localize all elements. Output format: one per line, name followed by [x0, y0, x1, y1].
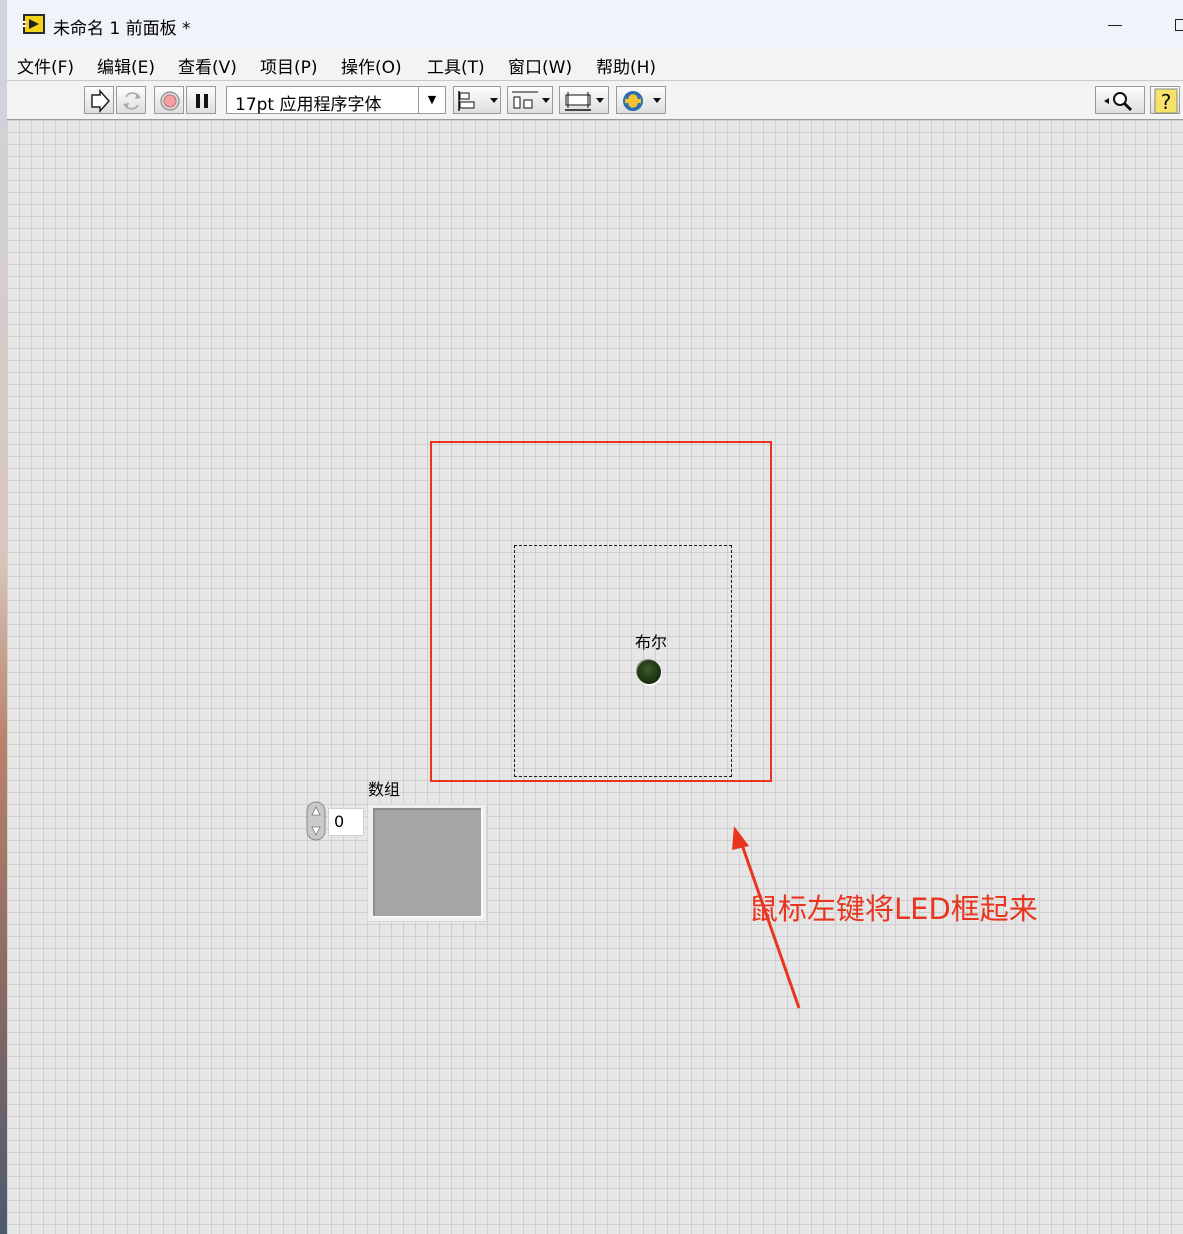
- annotation-arrow: [732, 826, 801, 1009]
- annotation-text: 鼠标左键将LED框起来: [749, 892, 1038, 926]
- front-panel-window: 未命名 1 前面板 * 文件(F) 编辑(E) 查看(V) 项目(P) 操作(O…: [7, 0, 1183, 1234]
- desktop-edge: [0, 0, 7, 1234]
